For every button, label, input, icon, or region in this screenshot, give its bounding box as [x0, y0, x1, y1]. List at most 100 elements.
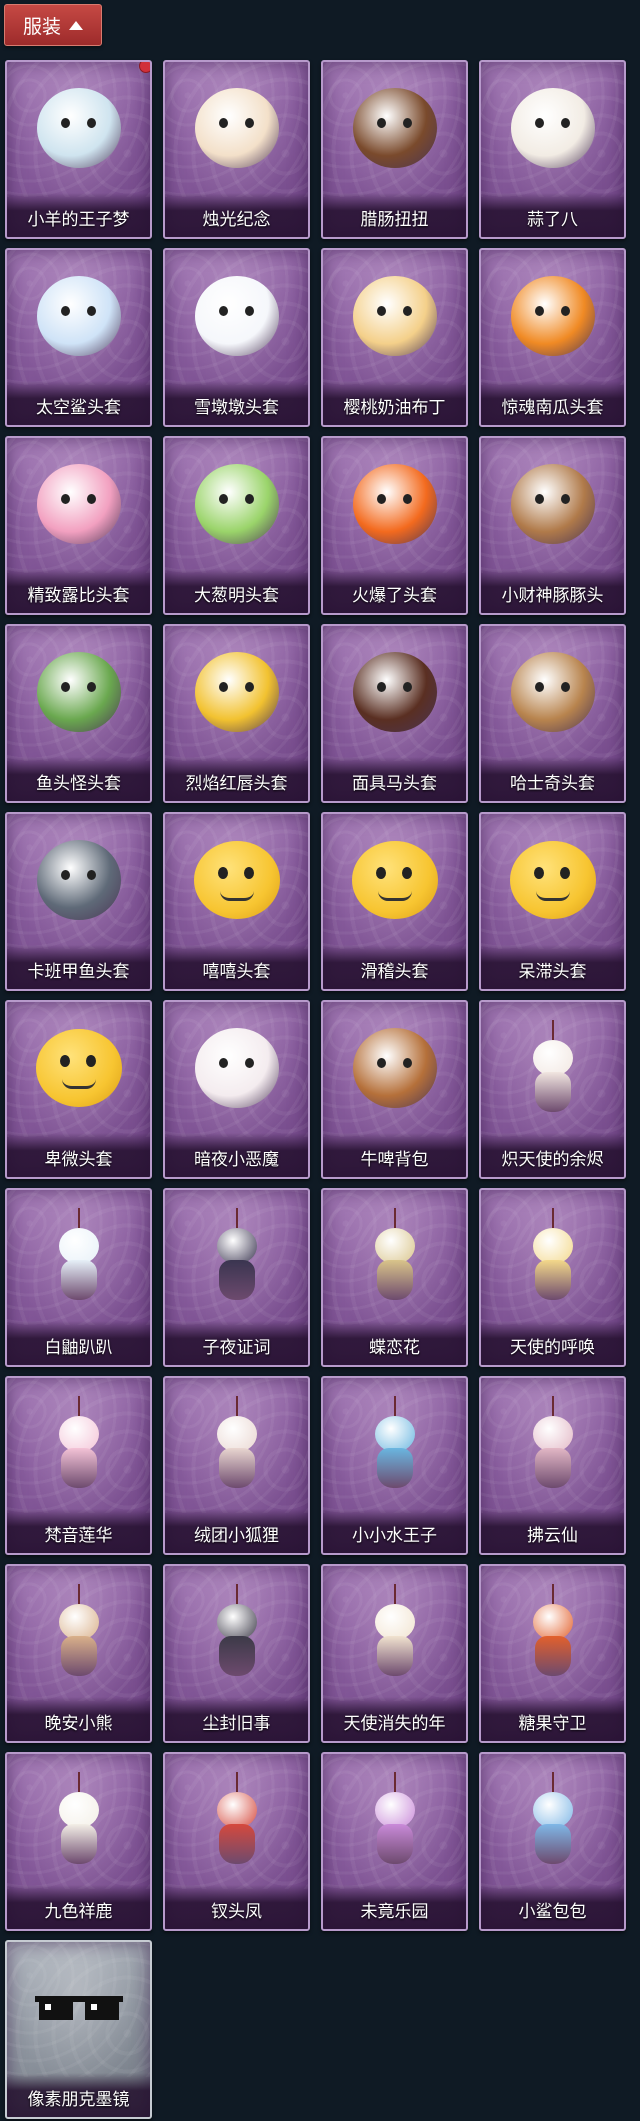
costume-card[interactable]: 惊魂南瓜头套 — [479, 248, 626, 427]
costume-card[interactable]: 糖果守卫 — [479, 1564, 626, 1743]
costume-card[interactable]: 子夜证词 — [163, 1188, 310, 1367]
pixel-sunglasses-icon — [31, 1960, 127, 2056]
costume-label: 卑微头套 — [7, 1133, 150, 1177]
ruby-icon — [31, 456, 127, 552]
horse-mask-icon — [347, 644, 443, 740]
costume-label: 滑稽头套 — [323, 945, 466, 989]
costume-label: 雪墩墩头套 — [165, 381, 308, 425]
costume-label: 天使消失的年 — [323, 1697, 466, 1741]
costume-label: 绒团小狐狸 — [165, 1509, 308, 1553]
fox-pendant-icon — [189, 1396, 285, 1492]
costume-label: 炽天使的余烬 — [481, 1133, 624, 1177]
costume-card[interactable]: 钗头凤 — [163, 1752, 310, 1931]
costume-label: 小羊的王子梦 — [7, 193, 150, 237]
costume-card[interactable]: 梵音莲华 — [5, 1376, 152, 1555]
costume-card[interactable]: 晚安小熊 — [5, 1564, 152, 1743]
costume-card[interactable]: 小鲨包包 — [479, 1752, 626, 1931]
shark-bag-icon — [505, 1772, 601, 1868]
costume-label: 像素朋克墨镜 — [7, 2073, 150, 2117]
costume-label: 小小水王子 — [323, 1509, 466, 1553]
costume-card[interactable]: 嘻嘻头套 — [163, 812, 310, 991]
capybara-icon — [505, 456, 601, 552]
costume-card[interactable]: 尘封旧事 — [163, 1564, 310, 1743]
costume-card[interactable]: 牛啤背包 — [321, 1000, 468, 1179]
costume-label: 蒜了八 — [481, 193, 624, 237]
dazed-emoji-icon — [505, 832, 601, 928]
pikachu-icon — [189, 644, 285, 740]
costume-card[interactable]: 白鼬趴趴 — [5, 1188, 152, 1367]
whale-icon — [31, 832, 127, 928]
costume-label: 暗夜小恶魔 — [165, 1133, 308, 1177]
costume-card[interactable]: 雪墩墩头套 — [163, 248, 310, 427]
costume-card[interactable]: 呆滞头套 — [479, 812, 626, 991]
costume-label: 哈士奇头套 — [481, 757, 624, 801]
costume-label: 烈焰红唇头套 — [165, 757, 308, 801]
costume-card[interactable]: 太空鲨头套 — [5, 248, 152, 427]
costume-card[interactable]: 炽天使的余烬 — [479, 1000, 626, 1179]
smirk-emoji-icon — [347, 832, 443, 928]
costume-label: 烛光纪念 — [165, 193, 308, 237]
costume-card[interactable]: 面具马头套 — [321, 624, 468, 803]
costume-label: 拂云仙 — [481, 1509, 624, 1553]
costume-label: 樱桃奶油布丁 — [323, 381, 466, 425]
costume-label: 呆滞头套 — [481, 945, 624, 989]
costume-card[interactable]: 小羊的王子梦 — [5, 60, 152, 239]
costume-card[interactable]: 小小水王子 — [321, 1376, 468, 1555]
lost-angel-icon — [347, 1584, 443, 1680]
costume-label: 惊魂南瓜头套 — [481, 381, 624, 425]
costume-card[interactable]: 腊肠扭扭 — [321, 60, 468, 239]
costume-card[interactable]: 大葱明头套 — [163, 436, 310, 615]
costume-card[interactable]: 拂云仙 — [479, 1376, 626, 1555]
costume-label: 嘻嘻头套 — [165, 945, 308, 989]
beer-barrel-icon — [347, 1020, 443, 1116]
costume-card[interactable]: 蝶恋花 — [321, 1188, 468, 1367]
costume-label: 未竟乐园 — [323, 1885, 466, 1929]
costume-card[interactable]: 火爆了头套 — [321, 436, 468, 615]
costume-card[interactable]: 哈士奇头套 — [479, 624, 626, 803]
costume-label: 白鼬趴趴 — [7, 1321, 150, 1365]
costume-label: 尘封旧事 — [165, 1697, 308, 1741]
costume-card[interactable]: 卑微头套 — [5, 1000, 152, 1179]
chevron-up-icon — [69, 20, 83, 30]
costume-label: 九色祥鹿 — [7, 1885, 150, 1929]
costume-label: 子夜证词 — [165, 1321, 308, 1365]
costume-card[interactable]: 暗夜小恶魔 — [163, 1000, 310, 1179]
costume-card[interactable]: 未竟乐园 — [321, 1752, 468, 1931]
costume-label: 面具马头套 — [323, 757, 466, 801]
costume-label: 梵音莲华 — [7, 1509, 150, 1553]
costume-card[interactable]: 蒜了八 — [479, 60, 626, 239]
dusty-doll-icon — [189, 1584, 285, 1680]
candle-icon — [189, 80, 285, 176]
costume-card[interactable]: 绒团小狐狸 — [163, 1376, 310, 1555]
costume-card[interactable]: 天使消失的年 — [321, 1564, 468, 1743]
costume-grid: 小羊的王子梦 烛光纪念 腊肠扭扭 蒜了八 太空鲨头套 雪墩墩头套 樱桃奶油布丁 … — [5, 60, 635, 2119]
costume-card[interactable]: 精致露比头套 — [5, 436, 152, 615]
costume-label: 太空鲨头套 — [7, 381, 150, 425]
angel-call-icon — [505, 1208, 601, 1304]
scallion-icon — [189, 456, 285, 552]
costume-card[interactable]: 鱼头怪头套 — [5, 624, 152, 803]
husky-icon — [505, 644, 601, 740]
costume-label: 卡班甲鱼头套 — [7, 945, 150, 989]
costume-card[interactable]: 卡班甲鱼头套 — [5, 812, 152, 991]
costume-card[interactable]: 小财神豚豚头 — [479, 436, 626, 615]
garlic-icon — [505, 80, 601, 176]
costume-card[interactable]: 滑稽头套 — [321, 812, 468, 991]
humble-emoji-icon — [31, 1020, 127, 1116]
costume-label: 小鲨包包 — [481, 1885, 624, 1929]
costume-card[interactable]: 樱桃奶油布丁 — [321, 248, 468, 427]
costume-card[interactable]: 烛光纪念 — [163, 60, 310, 239]
cloud-fairy-icon — [505, 1396, 601, 1492]
costume-card[interactable]: 烈焰红唇头套 — [163, 624, 310, 803]
costume-card[interactable]: 像素朋克墨镜 — [5, 1940, 152, 2119]
owl-witness-icon — [189, 1208, 285, 1304]
costume-card[interactable]: 九色祥鹿 — [5, 1752, 152, 1931]
costume-label: 火爆了头套 — [323, 569, 466, 613]
devil-icon — [189, 1020, 285, 1116]
section-toggle-button[interactable]: 服装 — [4, 4, 102, 46]
costume-label: 蝶恋花 — [323, 1321, 466, 1365]
phoenix-crown-icon — [189, 1772, 285, 1868]
water-prince-icon — [347, 1396, 443, 1492]
candy-guard-icon — [505, 1584, 601, 1680]
costume-card[interactable]: 天使的呼唤 — [479, 1188, 626, 1367]
